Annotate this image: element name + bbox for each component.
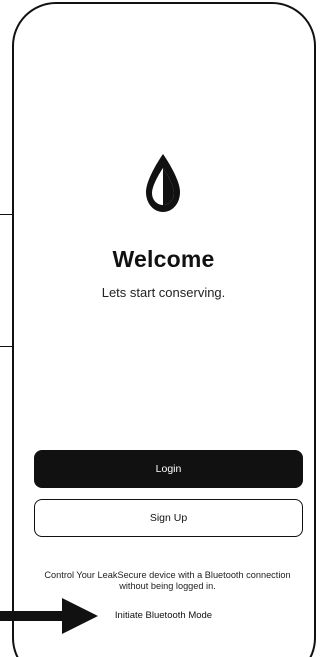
bluetooth-description: Control Your LeakSecure device with a Bl… — [44, 570, 291, 591]
login-button-label: Login — [155, 463, 182, 475]
phone-frame — [12, 2, 316, 657]
login-button[interactable]: Login — [34, 450, 303, 488]
water-drop-logo-icon — [146, 154, 180, 212]
signup-button[interactable]: Sign Up — [34, 499, 303, 537]
welcome-title: Welcome — [112, 246, 215, 272]
welcome-subtitle: Lets start conserving. — [101, 285, 226, 300]
arrow-right-icon — [0, 598, 98, 634]
signup-button-label: Sign Up — [149, 512, 188, 524]
